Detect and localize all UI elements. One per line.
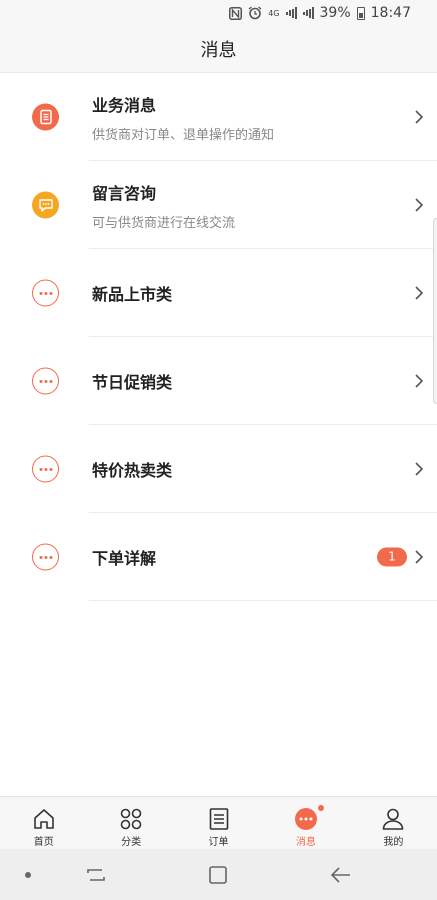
more-dots-icon xyxy=(32,279,59,307)
header: 消息 xyxy=(0,26,437,73)
chevron-right-icon xyxy=(415,110,424,124)
home-button-icon[interactable] xyxy=(209,865,227,884)
edge-panel-handle[interactable] xyxy=(433,218,437,404)
chevron-right-icon xyxy=(415,374,424,388)
list-item-holiday-promo[interactable]: 节日促销类 xyxy=(0,337,437,425)
chevron-right-icon xyxy=(415,198,424,212)
chevron-right-icon xyxy=(415,286,424,300)
tab-label: 分类 xyxy=(121,837,142,848)
recent-apps-icon[interactable] xyxy=(86,866,106,884)
item-label: 业务消息 xyxy=(92,95,157,115)
bottom-tab-bar: 首页 分类 订单 消息 我的 xyxy=(0,796,437,849)
back-icon[interactable] xyxy=(331,866,351,883)
alarm-icon xyxy=(248,6,262,20)
item-label: 下单详解 xyxy=(92,549,157,568)
tab-category[interactable]: 分类 xyxy=(87,797,174,849)
item-subtitle: 供货商对订单、退单操作的通知 xyxy=(92,127,275,143)
more-dots-icon xyxy=(32,455,59,483)
list-item-special-offers[interactable]: 特价热卖类 xyxy=(0,425,437,513)
tab-home[interactable]: 首页 xyxy=(0,797,87,849)
user-icon xyxy=(383,808,404,830)
nfc-icon xyxy=(229,6,243,20)
item-subtitle: 可与供货商进行在线交流 xyxy=(92,215,236,231)
dot-icon[interactable] xyxy=(24,871,32,879)
battery-percent: 39% xyxy=(319,5,351,21)
tab-label: 订单 xyxy=(208,837,229,848)
battery-icon xyxy=(356,6,365,20)
item-label: 留言咨询 xyxy=(92,183,157,203)
list-item-new-products[interactable]: 新品上市类 xyxy=(0,249,437,337)
tab-messages[interactable]: 消息 xyxy=(262,797,349,849)
grid-circles-icon xyxy=(120,808,142,830)
tab-label: 我的 xyxy=(383,837,404,848)
item-label: 节日促销类 xyxy=(92,373,173,392)
notification-dot xyxy=(317,805,324,811)
item-label: 新品上市类 xyxy=(92,285,173,304)
page-title: 消息 xyxy=(200,40,237,61)
message-list: 业务消息 供货商对订单、退单操作的通知 留言咨询 可与供货商进行在线交流 新品上… xyxy=(0,73,437,601)
message-icon xyxy=(294,808,317,830)
list-item-order-details[interactable]: 下单详解 1 xyxy=(0,513,437,601)
more-dots-icon xyxy=(32,367,59,395)
list-item-consult[interactable]: 留言咨询 可与供货商进行在线交流 xyxy=(0,161,437,249)
status-bar: 4G 39% 18:47 xyxy=(0,0,437,26)
tab-orders[interactable]: 订单 xyxy=(175,797,262,849)
unread-badge: 1 xyxy=(377,547,407,567)
signal-icon-2 xyxy=(302,7,314,19)
tab-label: 消息 xyxy=(295,837,316,848)
chevron-right-icon xyxy=(415,550,424,564)
list-item-business[interactable]: 业务消息 供货商对订单、退单操作的通知 xyxy=(0,73,437,161)
tab-mine[interactable]: 我的 xyxy=(350,797,437,849)
tab-label: 首页 xyxy=(33,837,54,848)
system-nav-bar xyxy=(0,849,437,900)
signal-icon xyxy=(285,7,297,19)
document-icon xyxy=(32,103,59,131)
order-list-icon xyxy=(209,808,228,830)
chevron-right-icon xyxy=(415,462,424,476)
more-dots-icon xyxy=(32,543,59,571)
item-label: 特价热卖类 xyxy=(92,461,173,480)
home-icon xyxy=(33,809,54,829)
network-type: 4G xyxy=(268,8,280,18)
chat-bubble-icon xyxy=(32,191,59,219)
clock: 18:47 xyxy=(370,5,411,21)
